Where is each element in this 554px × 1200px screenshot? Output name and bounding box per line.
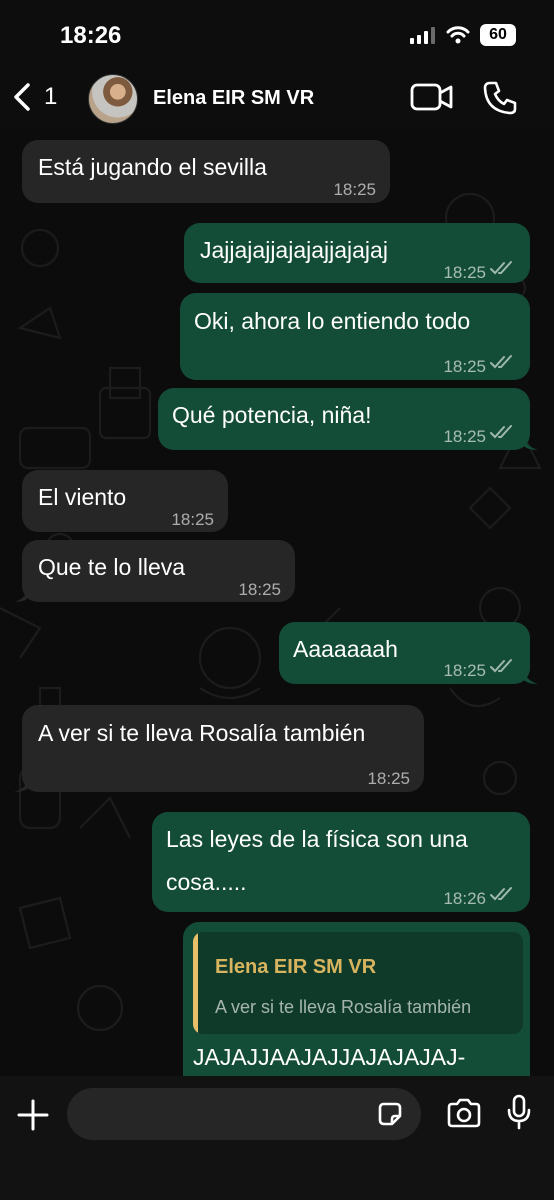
message-text: A ver si te lleva Rosalía también: [38, 720, 366, 746]
double-check-icon: [490, 887, 512, 901]
message-text: Oki, ahora lo entiendo todo: [194, 308, 471, 334]
plus-icon[interactable]: [16, 1098, 50, 1132]
chat-header: 1 Elena EIR SM VR: [0, 70, 554, 130]
message-input[interactable]: [67, 1088, 421, 1140]
unread-count: 1: [44, 83, 58, 110]
message-time: 18:25: [443, 661, 486, 680]
bubble-tail: [14, 774, 30, 792]
message-text-line: Las leyes de la física son una: [166, 826, 468, 852]
quote-text: A ver si te lleva Rosalía también: [215, 997, 472, 1017]
message-time: 18:25: [367, 769, 410, 788]
message-bubble-incoming[interactable]: El viento 18:25: [22, 470, 228, 532]
quote-accent-bar: [193, 932, 198, 1034]
message-text: Qué potencia, niña!: [172, 402, 372, 428]
message-time: 18:25: [171, 510, 214, 529]
double-check-icon: [490, 355, 512, 369]
message-text-line: cosa.....: [166, 869, 247, 895]
cellular-signal-icon: [410, 27, 435, 44]
contact-name[interactable]: Elena EIR SM VR: [153, 87, 314, 110]
status-icons: 60: [410, 24, 516, 46]
message-text: El viento: [38, 484, 127, 510]
bubble-tail: [522, 666, 538, 684]
battery-indicator: 60: [480, 24, 516, 46]
voice-call-button[interactable]: [482, 80, 518, 116]
message-time: 18:25: [443, 263, 486, 282]
message-bubble-outgoing[interactable]: Oki, ahora lo entiendo todo 18:25: [180, 293, 530, 380]
chevron-left-icon: [14, 83, 30, 111]
message-time: 18:25: [238, 580, 281, 599]
message-text: Está jugando el sevilla: [38, 154, 267, 180]
back-button[interactable]: 1: [12, 82, 57, 112]
message-time: 18:25: [443, 357, 486, 376]
camera-icon[interactable]: [446, 1098, 482, 1128]
message-text: Aaaaaaah: [293, 636, 398, 662]
status-bar: 18:26 60: [0, 0, 554, 70]
microphone-icon[interactable]: [506, 1094, 532, 1130]
message-bubble-outgoing[interactable]: Jajjajajjajajajjajajaj 18:25: [184, 223, 530, 283]
bubble-tail: [14, 584, 30, 602]
wifi-icon: [446, 26, 470, 44]
message-bubble-incoming[interactable]: Que te lo lleva 18:25: [22, 540, 295, 602]
bubble-tail: [522, 432, 538, 450]
message-bubble-outgoing[interactable]: Aaaaaaah 18:25: [279, 622, 530, 684]
message-bubble-incoming[interactable]: A ver si te lleva Rosalía también 18:25: [22, 705, 424, 792]
message-time: 18:25: [333, 180, 376, 199]
message-bubble-incoming[interactable]: Está jugando el sevilla 18:25: [22, 140, 390, 203]
avatar[interactable]: [88, 74, 138, 124]
message-text: Que te lo lleva: [38, 554, 186, 580]
quote-author: Elena EIR SM VR: [215, 956, 377, 978]
message-bubble-reply[interactable]: Elena EIR SM VR A ver si te lleva Rosalí…: [183, 922, 530, 1102]
double-check-icon: [490, 425, 512, 439]
composer-bar: [0, 1076, 554, 1200]
message-time: 18:25: [443, 427, 486, 446]
quoted-message[interactable]: Elena EIR SM VR A ver si te lleva Rosalí…: [193, 932, 523, 1034]
message-bubble-outgoing[interactable]: Qué potencia, niña! 18:25: [158, 388, 530, 450]
message-text: Jajjajajjajajajjajajaj: [200, 237, 388, 263]
double-check-icon: [490, 261, 512, 275]
double-check-icon: [490, 659, 512, 673]
message-text: JAJAJJAAJAJJAJAJAJAJ-: [193, 1044, 466, 1070]
video-call-button[interactable]: [410, 82, 454, 112]
sticker-icon[interactable]: [376, 1100, 404, 1128]
message-time: 18:26: [443, 889, 486, 908]
message-bubble-outgoing[interactable]: Las leyes de la física son una cosa.....…: [152, 812, 530, 912]
status-time: 18:26: [60, 22, 122, 49]
